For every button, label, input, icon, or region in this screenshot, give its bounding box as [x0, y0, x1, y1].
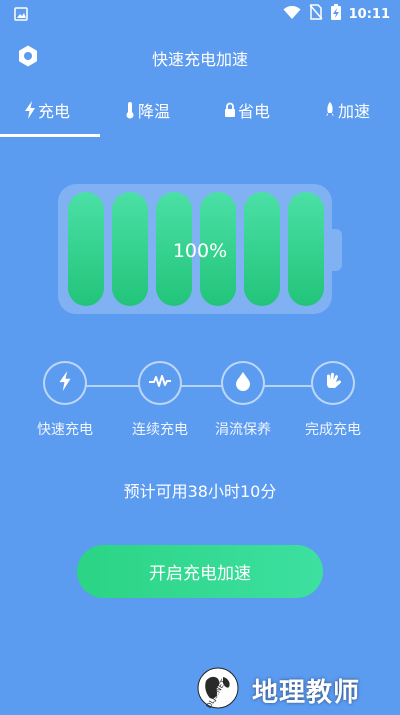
no-sim-icon [309, 4, 323, 24]
rocket-icon [324, 102, 336, 118]
steps-connector [80, 385, 320, 387]
tab-label: 充电 [38, 102, 71, 121]
bolt-icon [58, 371, 72, 395]
tab-power-save[interactable]: 省电 [224, 92, 270, 128]
app-header: 快速充电加速 [0, 36, 400, 76]
tab-charge[interactable]: 充电 [24, 92, 70, 128]
step-label: 涓流保养 [215, 422, 271, 438]
tab-cool-down[interactable]: 降温 [124, 92, 170, 128]
tab-bar: 充电 降温 省电 加速 [0, 92, 400, 138]
status-time: 10:11 [348, 6, 390, 22]
tab-label: 降温 [138, 102, 171, 121]
image-icon [14, 6, 28, 25]
status-bar: 10:11 [0, 0, 400, 28]
pulse-icon [148, 373, 172, 393]
tab-indicator [0, 134, 100, 137]
page-title: 快速充电加速 [151, 50, 248, 69]
bolt-icon [24, 101, 36, 119]
wifi-icon [283, 5, 301, 24]
droplet-icon [235, 371, 251, 395]
watermark-text: 地理教师 [252, 677, 361, 708]
tab-boost[interactable]: 加速 [324, 92, 370, 128]
step-fast-charge: 快速充电 [25, 361, 105, 439]
globe-logo-icon: DLJS.NET [192, 665, 244, 715]
battery-level-text: 100% [172, 240, 228, 262]
lock-icon [224, 102, 236, 118]
step-trickle-maintain: 涓流保养 [203, 361, 283, 439]
hand-icon [323, 371, 343, 395]
step-label: 连续充电 [132, 422, 188, 438]
tab-label: 省电 [238, 102, 271, 121]
start-charge-boost-button[interactable]: 开启充电加速 [77, 545, 323, 598]
step-continuous-charge: 连续充电 [120, 361, 200, 439]
step-label: 完成充电 [305, 422, 361, 438]
watermark: DLJS.NET 地理教师 [192, 665, 360, 715]
estimate-text: 预计可用38小时10分 [123, 482, 277, 501]
step-charge-complete: 完成充电 [293, 361, 373, 439]
battery-charging-icon [330, 4, 341, 24]
step-label: 快速充电 [37, 422, 93, 438]
tab-label: 加速 [338, 102, 371, 121]
thermometer-icon [124, 101, 136, 119]
